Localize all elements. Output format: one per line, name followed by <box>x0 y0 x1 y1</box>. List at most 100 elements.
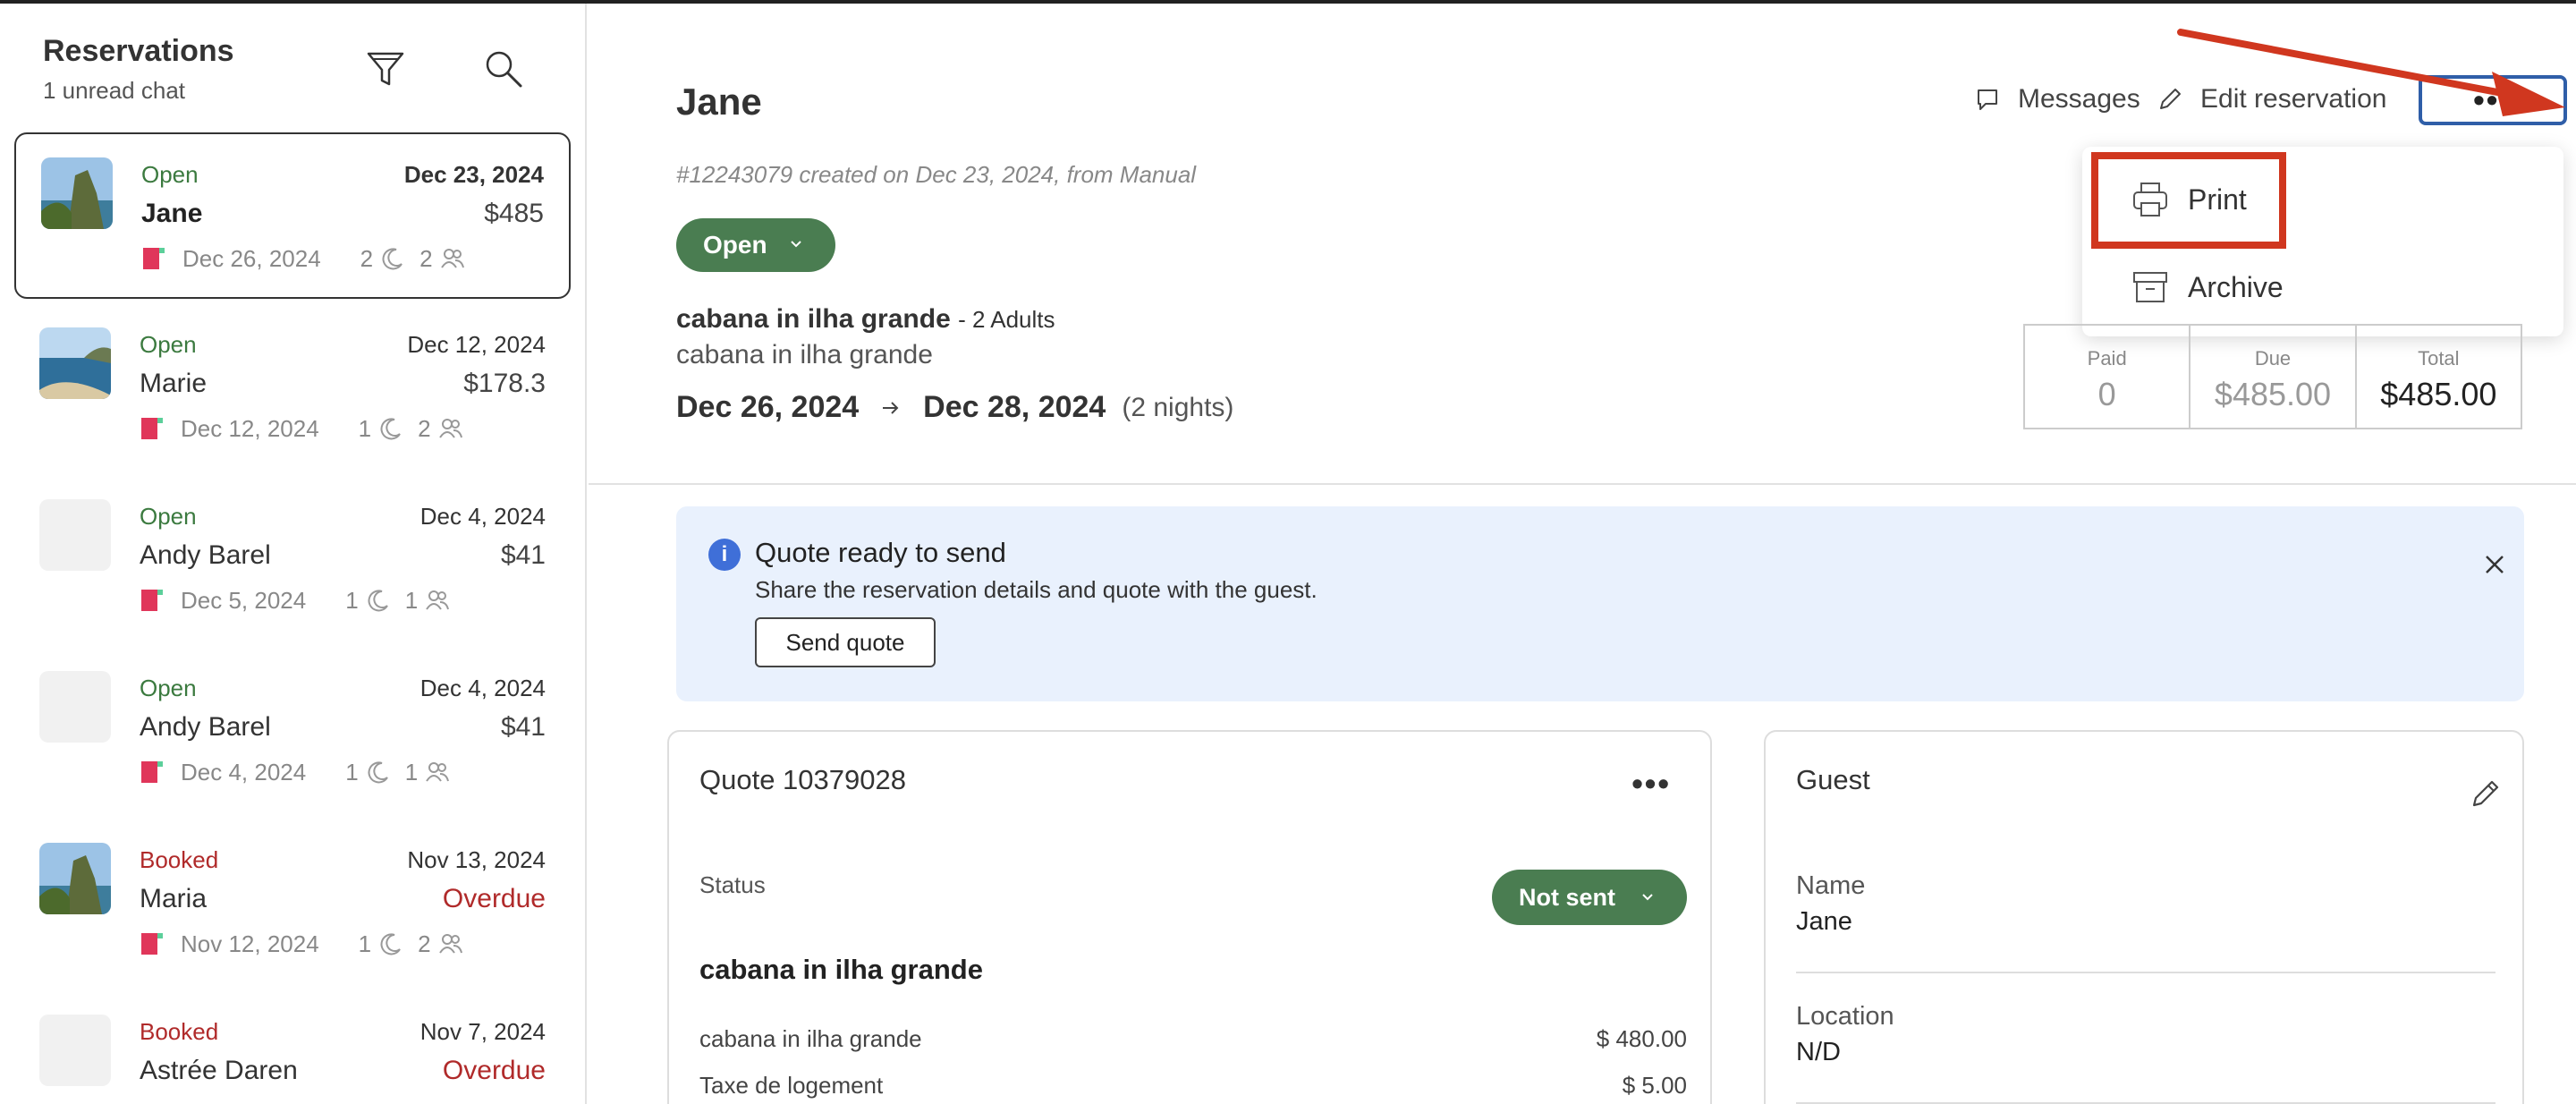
guests-icon <box>426 762 450 782</box>
send-quote-button[interactable]: Send quote <box>755 617 936 667</box>
listing-thumbnail-placeholder <box>39 671 111 743</box>
menu-item-archive[interactable]: Archive <box>2082 247 2563 327</box>
nights-count: 1 <box>358 930 372 957</box>
reservation-card[interactable]: Open Dec 4, 2024 Andy Barel $41 Dec 5, 2… <box>14 476 571 642</box>
annotation-arrow-icon <box>2177 29 2565 116</box>
paid-value: 0 <box>2097 376 2116 412</box>
line-item-label: Taxe de logement <box>699 1072 884 1099</box>
moon-icon <box>382 248 403 270</box>
arrow-right-icon <box>883 401 899 414</box>
messages-button[interactable]: Messages <box>1973 84 2140 115</box>
unread-chat-count: 1 unread chat <box>43 77 186 104</box>
reservation-created-date: Dec 12, 2024 <box>407 331 546 358</box>
listing-thumbnail <box>39 327 111 399</box>
reservation-info: #12243079 created on Dec 23, 2024, from … <box>676 161 1197 188</box>
payment-totals: Paid 0 Due $485.00 Total $485.00 <box>2023 324 2522 429</box>
quote-more-button[interactable]: ••• <box>1631 768 1671 800</box>
reservation-meta: Dec 26, 2024 2 2 <box>141 243 465 274</box>
reservation-created-date: Nov 7, 2024 <box>419 1018 546 1045</box>
status-dropdown[interactable]: Open <box>676 218 835 272</box>
total-label: Total <box>2418 347 2460 369</box>
reservation-detail: Jane #12243079 created on Dec 23, 2024, … <box>589 4 2576 1104</box>
checkin-date: Dec 4, 2024 <box>181 758 307 786</box>
checkin-date: Dec 26, 2024 <box>182 244 321 272</box>
moon-icon <box>368 590 388 612</box>
reservation-status: Open <box>140 675 197 701</box>
quote-status-value: Not sent <box>1519 883 1615 911</box>
close-icon[interactable] <box>2481 551 2508 578</box>
moon-icon <box>380 418 402 440</box>
total-value: $485.00 <box>2380 376 2497 412</box>
stay-dates: Dec 26, 2024 Dec 28, 2024 (2 nights) <box>676 390 1233 425</box>
line-item-value: $ 5.00 <box>1622 1072 1687 1099</box>
due-label: Due <box>2254 347 2292 369</box>
listing-subtitle: cabana in ilha grande <box>676 340 933 369</box>
annotation-highlight-box <box>2091 152 2286 249</box>
nights-count: 1 <box>358 414 372 442</box>
reservation-card[interactable]: Open Dec 23, 2024 Jane $485 Dec 26, 2024… <box>14 132 571 299</box>
chevron-down-icon <box>791 241 801 248</box>
nights-count: 1 <box>345 586 359 614</box>
reservation-amount: $485 <box>484 199 544 228</box>
guests-count: 2 <box>419 244 433 272</box>
reservation-amount: $178.3 <box>463 369 546 398</box>
guest-location-value: N/D <box>1796 1038 1841 1066</box>
reservation-status: Open <box>140 503 197 530</box>
guests-count: 2 <box>418 930 431 957</box>
channel-flag-icon <box>143 248 165 269</box>
reservation-amount: Overdue <box>442 1056 546 1085</box>
checkout-date: Dec 28, 2024 <box>923 390 1106 424</box>
guest-name-value: Jane <box>1796 907 1852 936</box>
quote-card: Quote 10379028 ••• Status Not sent caban… <box>667 730 1712 1104</box>
listing-thumbnail-placeholder <box>39 1015 111 1086</box>
reservation-card[interactable]: Open Dec 12, 2024 Marie $178.3 Dec 12, 2… <box>14 304 571 471</box>
total-cell: Total $485.00 <box>2357 326 2521 428</box>
listing-thumbnail <box>41 157 113 229</box>
moon-icon <box>380 933 402 955</box>
guest-card: Guest Name Jane Location N/D <box>1764 730 2524 1104</box>
guests-icon <box>426 590 450 610</box>
reservation-guest-name: Marie <box>140 369 208 398</box>
menu-item-label: Archive <box>2188 270 2284 303</box>
channel-flag-icon <box>141 418 163 439</box>
filter-icon[interactable] <box>363 47 408 91</box>
checkin-date: Dec 26, 2024 <box>676 390 860 424</box>
reservation-card[interactable]: Booked Nov 7, 2024 Astrée Daren Overdue <box>14 991 571 1104</box>
reservation-guest-name: Jane <box>141 199 203 228</box>
quote-ready-banner: i Quote ready to send Share the reservat… <box>676 506 2524 701</box>
line-item-label: cabana in ilha grande <box>699 1025 922 1052</box>
listing-name: cabana in ilha grande <box>676 304 951 334</box>
quote-status-dropdown[interactable]: Not sent <box>1492 870 1687 925</box>
quote-listing-name: cabana in ilha grande <box>699 954 983 985</box>
nights-count: 2 <box>360 244 374 272</box>
reservation-status: Booked <box>140 846 219 873</box>
archive-icon <box>2133 272 2167 302</box>
paid-label: Paid <box>2087 347 2127 369</box>
reservation-status: Open <box>140 331 197 358</box>
channel-flag-icon <box>141 933 163 955</box>
section-divider <box>589 483 2576 485</box>
reservations-sidebar: Reservations 1 unread chat Open Dec 23, … <box>0 4 587 1104</box>
guests-count: 1 <box>404 758 419 786</box>
pencil-icon[interactable] <box>2469 775 2504 811</box>
line-item-value: $ 480.00 <box>1596 1025 1687 1052</box>
guests-icon <box>438 934 462 954</box>
guests-summary: - 2 Adults <box>958 306 1055 333</box>
reservation-created-date: Dec 4, 2024 <box>419 503 546 530</box>
status-dropdown-label: Open <box>703 231 767 259</box>
reservation-meta: Dec 5, 2024 1 1 <box>140 585 450 616</box>
reservation-card[interactable]: Booked Nov 13, 2024 Maria Overdue Nov 12… <box>14 820 571 986</box>
nights-count: (2 nights) <box>1122 392 1234 422</box>
checkin-date: Dec 5, 2024 <box>181 586 307 614</box>
channel-flag-icon <box>141 761 163 783</box>
reservation-created-date: Dec 4, 2024 <box>419 675 546 701</box>
guest-name-label: Name <box>1796 871 1866 900</box>
reservation-meta: Dec 4, 2024 1 1 <box>140 757 450 787</box>
banner-title: Quote ready to send <box>755 537 1006 568</box>
reservation-card[interactable]: Open Dec 4, 2024 Andy Barel $41 Dec 4, 2… <box>14 648 571 814</box>
search-icon[interactable] <box>481 47 526 91</box>
reservation-guest-name: Andy Barel <box>140 540 271 570</box>
quote-line-item: cabana in ilha grande $ 480.00 <box>699 1025 1687 1053</box>
guests-icon <box>438 419 462 438</box>
due-value: $485.00 <box>2214 376 2332 412</box>
